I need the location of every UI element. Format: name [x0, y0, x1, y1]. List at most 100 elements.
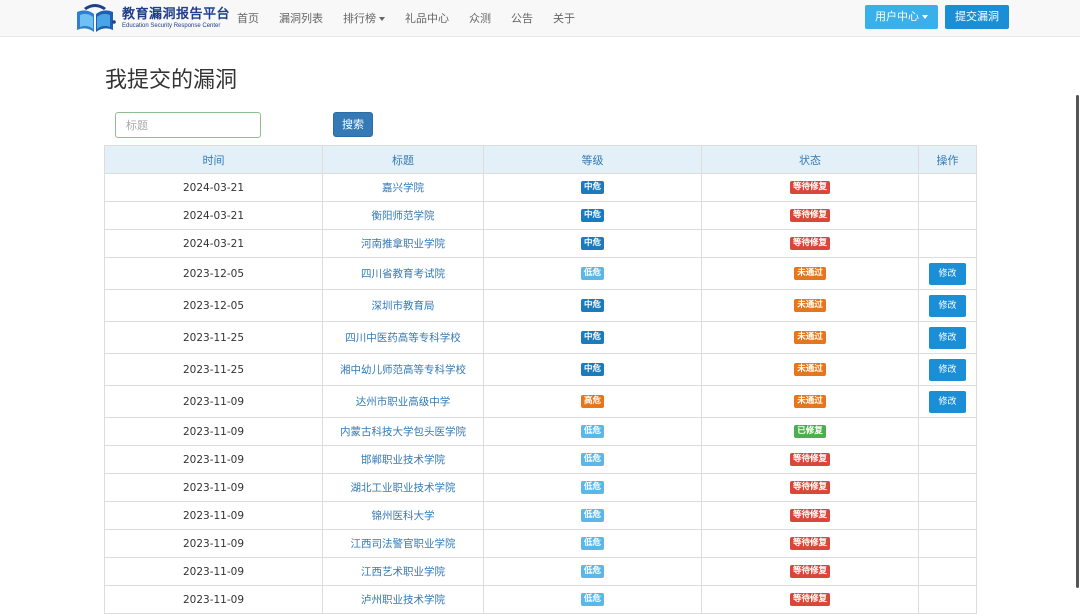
vuln-title-link[interactable]: 江西司法警官职业学院: [351, 538, 456, 550]
cell-level: 中危: [483, 173, 702, 202]
cell-level: 中危: [483, 229, 702, 258]
edit-button[interactable]: 修改: [929, 294, 966, 317]
edit-button[interactable]: 修改: [929, 390, 966, 413]
cell-level: 低危: [483, 529, 702, 558]
nav-announcements[interactable]: 公告: [501, 0, 543, 37]
cell-level: 低危: [483, 417, 702, 446]
user-center-button[interactable]: 用户中心: [865, 5, 938, 29]
cell-status: 未通过: [701, 257, 919, 290]
level-badge: 低危: [580, 593, 604, 606]
cell-status: 等待修复: [701, 529, 919, 558]
vuln-title-link[interactable]: 四川省教育考试院: [361, 268, 445, 280]
vuln-title-link[interactable]: 泸州职业技术学院: [361, 594, 445, 606]
vuln-title-link[interactable]: 嘉兴学院: [382, 182, 424, 194]
cell-action: 修改: [918, 385, 977, 418]
vuln-title-link[interactable]: 内蒙古科技大学包头医学院: [340, 426, 466, 438]
vuln-title-link[interactable]: 深圳市教育局: [372, 300, 435, 312]
cell-title: 湘中幼儿师范高等专科学校: [322, 353, 484, 386]
nav-home[interactable]: 首页: [227, 0, 269, 37]
table-row: 2024-03-21 河南推拿职业学院 中危 等待修复: [104, 229, 977, 258]
table-body: 2024-03-21 嘉兴学院 中危 等待修复 2024-03-21 衡阳师范学院 中危 等待…: [104, 173, 977, 614]
vuln-title-link[interactable]: 邯郸职业技术学院: [361, 454, 445, 466]
table-header: 时间 标题 等级 状态 操作: [104, 145, 977, 174]
nav-vuln-list[interactable]: 漏洞列表: [269, 0, 333, 37]
submit-vuln-button[interactable]: 提交漏洞: [945, 5, 1009, 29]
vuln-title-link[interactable]: 河南推拿职业学院: [361, 238, 445, 250]
cell-level: 低危: [483, 501, 702, 530]
cell-status: 已修复: [701, 417, 919, 446]
cell-title: 四川省教育考试院: [322, 257, 484, 290]
cell-action: [918, 501, 977, 530]
cell-date: 2023-11-09: [104, 585, 323, 614]
status-badge: 等待修复: [789, 593, 830, 606]
vuln-title-link[interactable]: 锦州医科大学: [372, 510, 435, 522]
cell-level: 中危: [483, 321, 702, 354]
search-button[interactable]: 搜索: [333, 112, 373, 137]
status-badge: 等待修复: [789, 537, 830, 550]
table-row: 2023-11-09 江西艺术职业学院 低危 等待修复: [104, 557, 977, 586]
nav-about[interactable]: 关于: [543, 0, 585, 37]
nav-crowdtest[interactable]: 众测: [459, 0, 501, 37]
cell-title: 锦州医科大学: [322, 501, 484, 530]
status-badge: 未通过: [794, 267, 826, 280]
cell-action: [918, 417, 977, 446]
scrollbar-thumb[interactable]: [1076, 95, 1079, 588]
brand-logo-link[interactable]: 教育漏洞报告平台 Education Security Response Cen…: [74, 2, 230, 35]
column-header-time: 时间: [104, 145, 323, 174]
status-badge: 未通过: [794, 363, 826, 376]
cell-action: [918, 529, 977, 558]
cell-title: 湖北工业职业技术学院: [322, 473, 484, 502]
status-badge: 等待修复: [789, 453, 830, 466]
brand-subtitle: Education Security Response Center: [122, 23, 221, 29]
table-row: 2023-11-09 江西司法警官职业学院 低危 等待修复: [104, 529, 977, 558]
cell-status: 等待修复: [701, 201, 919, 230]
edit-button[interactable]: 修改: [929, 262, 966, 285]
cell-action: 修改: [918, 289, 977, 322]
level-badge: 中危: [580, 237, 604, 250]
cell-action: [918, 229, 977, 258]
user-center-label: 用户中心: [875, 10, 919, 23]
table-row: 2023-12-05 四川省教育考试院 低危 未通过 修改: [104, 257, 977, 290]
vuln-title-link[interactable]: 四川中医药高等专科学校: [345, 332, 461, 344]
cell-action: 修改: [918, 353, 977, 386]
nav-gift-center[interactable]: 礼品中心: [395, 0, 459, 37]
cell-status: 未通过: [701, 321, 919, 354]
vuln-title-link[interactable]: 江西艺术职业学院: [361, 566, 445, 578]
book-logo-icon: [77, 4, 116, 32]
level-badge: 低危: [580, 565, 604, 578]
level-badge: 中危: [580, 299, 604, 312]
vuln-title-link[interactable]: 湖北工业职业技术学院: [351, 482, 456, 494]
page-scrollbar[interactable]: [1074, 37, 1080, 614]
cell-title: 达州市职业高级中学: [322, 385, 484, 418]
nav-ranking-dropdown[interactable]: 排行榜: [333, 0, 395, 37]
cell-date: 2023-11-09: [104, 501, 323, 530]
vuln-title-link[interactable]: 衡阳师范学院: [372, 210, 435, 222]
cell-level: 低危: [483, 257, 702, 290]
cell-date: 2024-03-21: [104, 229, 323, 258]
brand-text: 教育漏洞报告平台 Education Security Response Cen…: [122, 7, 230, 30]
column-header-level: 等级: [483, 145, 702, 174]
level-badge: 低危: [580, 481, 604, 494]
cell-action: 修改: [918, 257, 977, 290]
table-row: 2023-11-25 四川中医药高等专科学校 中危 未通过 修改: [104, 321, 977, 354]
status-badge: 未通过: [794, 395, 826, 408]
cell-date: 2024-03-21: [104, 173, 323, 202]
cell-date: 2023-11-09: [104, 385, 323, 418]
status-badge: 已修复: [794, 425, 826, 438]
status-badge: 等待修复: [789, 181, 830, 194]
cell-status: 等待修复: [701, 473, 919, 502]
cell-level: 低危: [483, 473, 702, 502]
table-row: 2023-11-09 内蒙古科技大学包头医学院 低危 已修复: [104, 417, 977, 446]
search-input[interactable]: [115, 112, 261, 138]
vuln-title-link[interactable]: 湘中幼儿师范高等专科学校: [340, 364, 466, 376]
table-row: 2024-03-21 嘉兴学院 中危 等待修复: [104, 173, 977, 202]
column-header-title: 标题: [322, 145, 484, 174]
edit-button[interactable]: 修改: [929, 326, 966, 349]
status-badge: 未通过: [794, 299, 826, 312]
table-row: 2023-11-09 泸州职业技术学院 低危 等待修复: [104, 585, 977, 614]
page-title: 我提交的漏洞: [105, 68, 238, 93]
cell-title: 江西司法警官职业学院: [322, 529, 484, 558]
table-row: 2023-11-25 湘中幼儿师范高等专科学校 中危 未通过 修改: [104, 353, 977, 386]
edit-button[interactable]: 修改: [929, 358, 966, 381]
vuln-title-link[interactable]: 达州市职业高级中学: [356, 396, 451, 408]
